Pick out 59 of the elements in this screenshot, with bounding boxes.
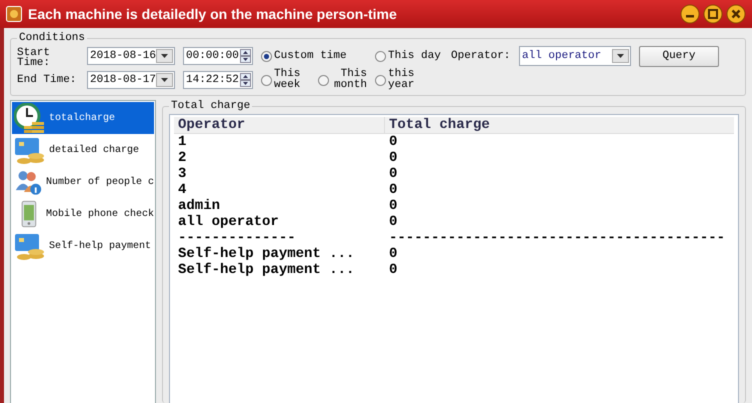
table-cell-text: 0 [388, 246, 398, 262]
group-title: Total charge [170, 100, 252, 112]
table-cell-text: ---------------------------------------- [388, 230, 726, 246]
dropdown-icon [161, 78, 168, 82]
app-icon [6, 6, 22, 22]
field-label: Start Time: [17, 46, 52, 68]
table-cell-text: 0 [388, 166, 398, 182]
table-cell-text: 4 [177, 182, 188, 198]
radio-label[interactable]: Custom time [274, 50, 347, 62]
table-cell-text: 0 [388, 262, 398, 278]
date-field[interactable]: 2018-08-16 [87, 47, 175, 65]
radio-label[interactable]: This month [331, 69, 367, 91]
time-field[interactable]: 14:22:52 [183, 71, 253, 89]
column-header: Operator [177, 117, 246, 133]
sidebar-item[interactable]: Self-help payment [12, 230, 154, 262]
sidebar-item[interactable]: Mobile phone check [12, 198, 154, 230]
table-cell-text: 3 [177, 166, 188, 182]
dropdown-icon [617, 54, 624, 58]
card-coins-icon [14, 135, 46, 165]
radio-button[interactable] [375, 50, 386, 62]
sidebar-item[interactable]: totalcharge [12, 102, 154, 134]
table-cell-text: 0 [388, 182, 398, 198]
close-icon[interactable] [726, 4, 746, 24]
query-button[interactable]: Query [639, 46, 719, 66]
table-cell-text: 0 [388, 134, 398, 150]
table-cell-text: 0 [388, 198, 398, 214]
dropdown-icon [161, 54, 168, 58]
time-field[interactable]: 00:00:00 [183, 47, 253, 65]
field-label: End Time: [17, 75, 78, 85]
table-cell-text: 0 [388, 214, 398, 230]
table-cell-text: admin [177, 198, 222, 214]
table-cell-text: 1 [177, 134, 188, 150]
minimize-icon[interactable] [680, 4, 700, 24]
operator-dropdown[interactable]: all operator [519, 46, 631, 66]
table-cell-text: Self-help payment ... [177, 262, 356, 278]
sidebar-item[interactable]: detailed charge [12, 134, 154, 166]
table-cell-text: 2 [177, 150, 188, 166]
radio-button[interactable] [375, 74, 386, 86]
field-label: Operator: [451, 51, 511, 61]
radio-label[interactable]: This day [388, 50, 441, 62]
radio-label[interactable]: this year [388, 69, 424, 91]
table-cell-text: all operator [177, 214, 280, 230]
group-title: Conditions [18, 32, 86, 44]
radio-button[interactable] [318, 74, 329, 86]
window-title: Each machine is detailedly on the machine person-time [28, 6, 398, 22]
table-cell-text: Self-help payment ... [177, 246, 356, 262]
radio-button[interactable] [261, 50, 272, 62]
maximize-icon[interactable] [703, 4, 723, 24]
spin-icon[interactable] [240, 49, 251, 63]
card-coins-icon [14, 231, 46, 261]
table-cell-text: -------------- [177, 230, 297, 246]
spin-icon[interactable] [240, 73, 251, 87]
date-field[interactable]: 2018-08-17 [87, 71, 175, 89]
radio-label[interactable]: This week [274, 69, 310, 91]
sidebar-item[interactable]: Number of people c [12, 166, 154, 198]
table-cell-text: 0 [388, 150, 398, 166]
radio-button[interactable] [261, 74, 272, 86]
column-header: Total charge [384, 117, 595, 133]
clock-coins-icon [14, 103, 46, 133]
